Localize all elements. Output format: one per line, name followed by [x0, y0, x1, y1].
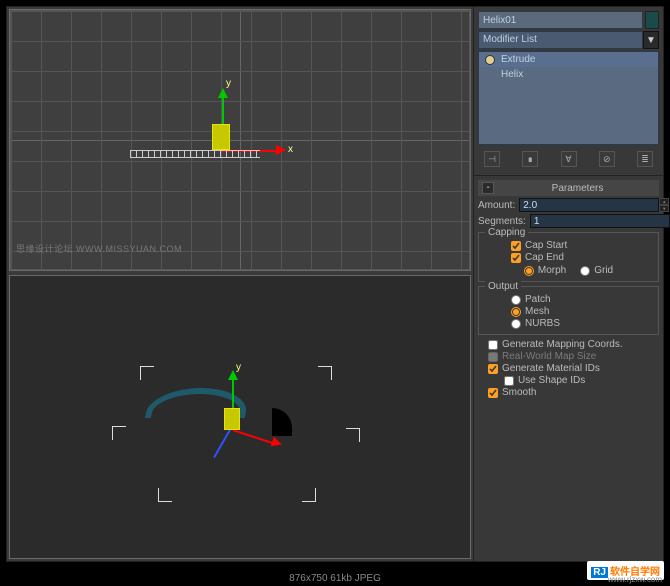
axis-y-label-persp: y: [236, 362, 241, 373]
configure-sets-icon[interactable]: ≣: [637, 151, 653, 167]
command-panel: Modifier List ▼ Extrude Helix ⊣ ∎ ∀ ⊘ ≣ …: [473, 7, 663, 561]
viewport-perspective[interactable]: y: [9, 275, 471, 559]
gizmo-plane[interactable]: [212, 124, 230, 150]
viewport-area: /*grid drawn via inline elements below*/…: [7, 7, 473, 561]
output-mesh-radio[interactable]: Mesh: [511, 306, 654, 317]
output-nurbs-radio[interactable]: NURBS: [511, 318, 654, 329]
cap-type-grid-radio[interactable]: Grid: [580, 265, 613, 276]
amount-input[interactable]: [519, 198, 659, 212]
rollout-title: Parameters: [500, 183, 655, 194]
spinner-up-icon[interactable]: ▲: [659, 198, 669, 205]
amount-label: Amount:: [478, 200, 515, 211]
output-group: Output Patch Mesh NURBS: [478, 286, 659, 335]
use-shape-ids-checkbox[interactable]: Use Shape IDs: [504, 375, 659, 386]
axis-label-x: x: [288, 144, 293, 155]
cap-start-checkbox[interactable]: Cap Start: [511, 240, 654, 251]
show-end-result-icon[interactable]: ∎: [522, 151, 538, 167]
remove-modifier-icon[interactable]: ⊘: [599, 151, 615, 167]
watermark-text: 思缘设计论坛 WWW.MISSYUAN.COM: [16, 242, 182, 255]
app-frame: /*grid drawn via inline elements below*/…: [6, 6, 664, 562]
capping-group: Capping Cap Start Cap End Morph Grid: [478, 232, 659, 282]
spinner-down-icon[interactable]: ▼: [659, 205, 669, 212]
gen-material-ids-checkbox[interactable]: Generate Material IDs: [488, 363, 659, 374]
modifier-stack[interactable]: Extrude Helix: [478, 51, 659, 145]
image-caption: 876x750 61kb JPEG: [289, 573, 381, 584]
visibility-toggle-icon[interactable]: [485, 55, 495, 65]
stack-toolbar: ⊣ ∎ ∀ ⊘ ≣: [478, 147, 659, 171]
segments-label: Segments:: [478, 216, 526, 227]
make-unique-icon[interactable]: ∀: [561, 151, 577, 167]
cap-end-checkbox[interactable]: Cap End: [511, 252, 654, 263]
rollout-collapse-icon[interactable]: -: [482, 182, 494, 194]
stack-item-label: Helix: [501, 69, 523, 80]
helix-geometry: [130, 150, 260, 158]
stack-item-helix[interactable]: Helix: [479, 67, 658, 82]
object-color-swatch[interactable]: [645, 11, 659, 29]
stack-item-extrude[interactable]: Extrude: [479, 52, 658, 67]
viewport-top[interactable]: /*grid drawn via inline elements below*/…: [9, 9, 471, 271]
axis-label-y: y: [226, 78, 231, 89]
rollout-header-parameters[interactable]: - Parameters: [478, 180, 659, 196]
capping-group-title: Capping: [485, 227, 528, 238]
shadow-geo: [272, 408, 292, 436]
segments-input[interactable]: [530, 214, 670, 228]
output-group-title: Output: [485, 281, 521, 292]
gizmo-plane-persp[interactable]: [224, 408, 240, 430]
amount-spinner[interactable]: ▲▼: [519, 198, 669, 212]
cap-type-morph-radio[interactable]: Morph: [524, 265, 566, 276]
modifier-list-dropdown[interactable]: Modifier List: [478, 31, 643, 49]
object-name-input[interactable]: [478, 11, 643, 29]
dropdown-arrow-icon[interactable]: ▼: [643, 31, 659, 49]
real-world-checkbox: Real-World Map Size: [488, 351, 659, 362]
segments-spinner[interactable]: ▲▼: [530, 214, 670, 228]
stack-item-label: Extrude: [501, 54, 535, 65]
site-url: www.rjzxw.com: [608, 575, 662, 584]
smooth-checkbox[interactable]: Smooth: [488, 387, 659, 398]
pin-stack-icon[interactable]: ⊣: [484, 151, 500, 167]
output-patch-radio[interactable]: Patch: [511, 294, 654, 305]
gen-mapping-checkbox[interactable]: Generate Mapping Coords.: [488, 339, 659, 350]
